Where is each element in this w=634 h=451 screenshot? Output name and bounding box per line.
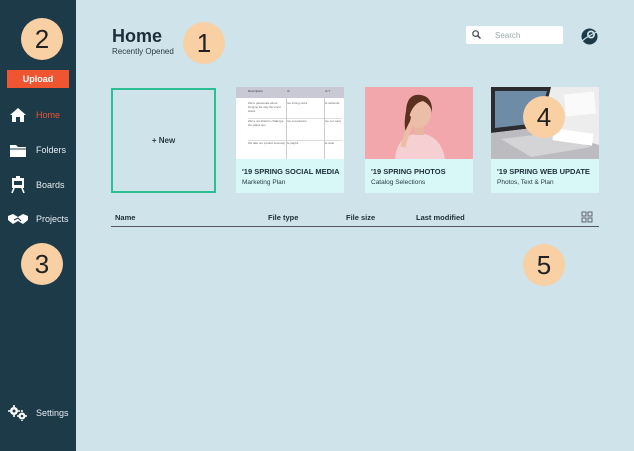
new-file-button[interactable]: + New bbox=[111, 88, 216, 193]
sidebar-item-label: Projects bbox=[36, 214, 69, 224]
sidebar-item-projects[interactable]: Projects bbox=[8, 208, 74, 230]
column-header-last-modified[interactable]: Last modified bbox=[416, 213, 465, 222]
sidebar-item-folders[interactable]: Folders bbox=[8, 139, 74, 161]
sheet-cell: Be clear bbox=[324, 141, 335, 145]
page-title: Home bbox=[112, 26, 163, 46]
annotation-badge: 5 bbox=[523, 244, 565, 286]
avatar[interactable] bbox=[580, 27, 599, 46]
sidebar-item-label: Home bbox=[36, 110, 61, 120]
sheet-cell: Be playful bbox=[286, 141, 299, 145]
search-box[interactable] bbox=[466, 26, 563, 44]
sheet-cell: Use strong verbs bbox=[286, 101, 308, 105]
sidebar-item-boards[interactable]: Boards bbox=[8, 174, 74, 196]
board-icon bbox=[8, 176, 28, 194]
sheet-cell: We take our product seriously bbox=[248, 141, 285, 145]
sheet-header: Description bbox=[248, 89, 264, 93]
sheet-cell: Be authentic bbox=[324, 101, 340, 105]
column-header-file-type[interactable]: File type bbox=[268, 213, 298, 222]
folder-icon bbox=[8, 141, 28, 159]
grid-view-icon[interactable] bbox=[581, 210, 593, 223]
search-input[interactable] bbox=[495, 30, 555, 40]
spreadsheet-thumbnail: Description Kit Kit Y We're passionate a… bbox=[236, 87, 344, 159]
card-title: '19 SPRING SOCIAL MEDIA bbox=[242, 167, 340, 176]
upload-button[interactable]: Upload bbox=[7, 70, 69, 88]
handshake-icon bbox=[8, 210, 28, 228]
sheet-header: Kit Y bbox=[324, 89, 331, 93]
annotation-badge: 4 bbox=[523, 96, 565, 138]
sidebar: Upload Home Folders Boards Projects Sett… bbox=[0, 0, 76, 451]
sidebar-item-settings[interactable]: Settings bbox=[8, 402, 74, 424]
sidebar-item-label: Boards bbox=[36, 180, 65, 190]
card-title: '19 SPRING WEB UPDATE bbox=[497, 167, 590, 176]
gears-icon bbox=[8, 404, 28, 422]
card-subtitle: Marketing Plan bbox=[242, 179, 286, 186]
card-subtitle: Catalog Selections bbox=[371, 179, 426, 186]
sheet-cell: We're passionate about bringing the way … bbox=[248, 101, 281, 113]
annotation-badge: 2 bbox=[21, 18, 63, 60]
card-title: '19 SPRING PHOTOS bbox=[371, 167, 446, 176]
search-icon bbox=[472, 26, 481, 44]
file-card[interactable]: Description Kit Kit Y We're passionate a… bbox=[236, 87, 344, 193]
sheet-cell: Use compassion bbox=[286, 119, 307, 123]
home-icon bbox=[8, 106, 28, 124]
column-header-name[interactable]: Name bbox=[115, 213, 135, 222]
file-card[interactable]: '19 SPRING PHOTOS Catalog Selections bbox=[365, 87, 473, 193]
sidebar-item-home[interactable]: Home bbox=[8, 104, 74, 126]
sheet-header: Kit bbox=[286, 89, 290, 93]
column-header-file-size[interactable]: File size bbox=[346, 213, 375, 222]
portrait-photo-thumbnail bbox=[365, 87, 473, 159]
sidebar-item-label: Settings bbox=[36, 408, 69, 418]
sheet-cell: We're not afraid to challenge the status… bbox=[248, 119, 284, 127]
annotation-badge: 3 bbox=[21, 243, 63, 285]
sheet-cell: Use our voice bbox=[324, 119, 342, 123]
card-subtitle: Photos, Text & Plan bbox=[497, 179, 554, 186]
page-subtitle: Recently Opened bbox=[112, 47, 174, 56]
annotation-badge: 1 bbox=[183, 22, 225, 64]
sidebar-item-label: Folders bbox=[36, 145, 67, 155]
file-table-header: Name File type File size Last modified bbox=[111, 208, 599, 227]
